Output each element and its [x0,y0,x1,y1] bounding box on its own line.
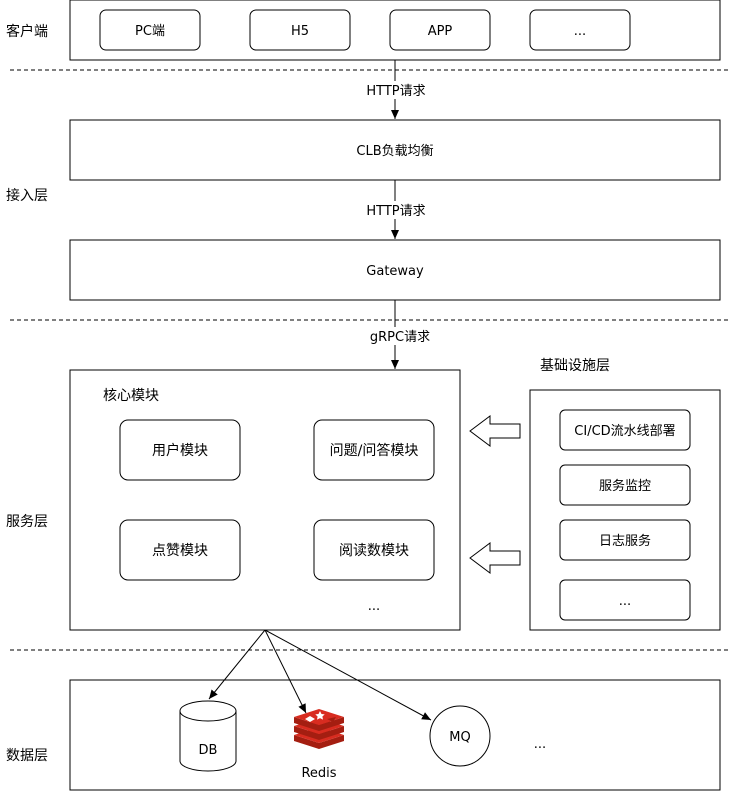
gateway-box[interactable]: Gateway [69,239,721,301]
infra-item-more[interactable]: ... [559,579,691,621]
client-item-app[interactable]: APP [389,9,491,51]
core-module-title: 核心模块 [103,388,159,404]
client-item-more[interactable]: ... [529,9,631,51]
infra-title: 基础设施层 [540,357,610,374]
clb-label: CLB负载均衡 [356,144,433,159]
infra-item-logging-label: 日志服务 [599,533,651,549]
clb-box[interactable]: CLB负载均衡 [69,119,721,181]
infra-item-monitoring[interactable]: 服务监控 [559,464,691,506]
redis-label: Redis [301,766,336,781]
infra-item-logging[interactable]: 日志服务 [559,519,691,561]
core-module-container [69,369,461,631]
client-item-pc-label: PC端 [135,24,165,39]
client-item-more-label: ... [574,24,586,39]
layer-label-client: 客户端 [6,23,48,40]
layer-label-service: 服务层 [6,514,48,530]
layer-label-data: 数据层 [6,748,48,764]
db-cylinder[interactable]: DB [179,700,237,772]
client-item-pc[interactable]: PC端 [99,9,201,51]
layer-label-access: 接入层 [6,187,48,204]
hollow-arrow-infra-to-core-1 [469,415,521,447]
client-item-app-label: APP [428,24,453,39]
storage-more: ... [534,737,546,752]
gateway-label: Gateway [366,264,424,279]
core-module-more: ... [368,599,380,614]
infra-item-cicd[interactable]: CI/CD流水线部署 [559,409,691,451]
module-user[interactable]: 用户模块 [119,419,241,481]
module-qa[interactable]: 问题/问答模块 [313,419,435,481]
module-like-label: 点赞模块 [152,543,208,559]
edge-label-http-2: HTTP请求 [366,204,425,219]
edge-label-grpc: gRPC请求 [370,330,430,345]
mq-circle[interactable]: MQ [429,705,491,767]
module-read-count-label: 阅读数模块 [339,542,409,559]
architecture-diagram: 客户端 接入层 服务层 数据层 PC端 H5 APP ... HTTP请求 CL… [6,0,728,791]
client-item-h5[interactable]: H5 [249,9,351,51]
db-label: DB [199,743,218,758]
module-qa-label: 问题/问答模块 [330,442,419,459]
module-like[interactable]: 点赞模块 [119,519,241,581]
hollow-arrow-infra-to-core-2 [469,542,521,574]
client-item-h5-label: H5 [291,24,309,39]
module-read-count[interactable]: 阅读数模块 [313,519,435,581]
mq-label: MQ [449,730,470,745]
infra-item-monitoring-label: 服务监控 [599,478,651,494]
data-layer-box [69,679,721,791]
infra-item-cicd-label: CI/CD流水线部署 [574,424,675,439]
module-user-label: 用户模块 [152,442,208,459]
infra-item-more-label: ... [619,594,631,609]
edge-label-http-1: HTTP请求 [366,84,425,99]
